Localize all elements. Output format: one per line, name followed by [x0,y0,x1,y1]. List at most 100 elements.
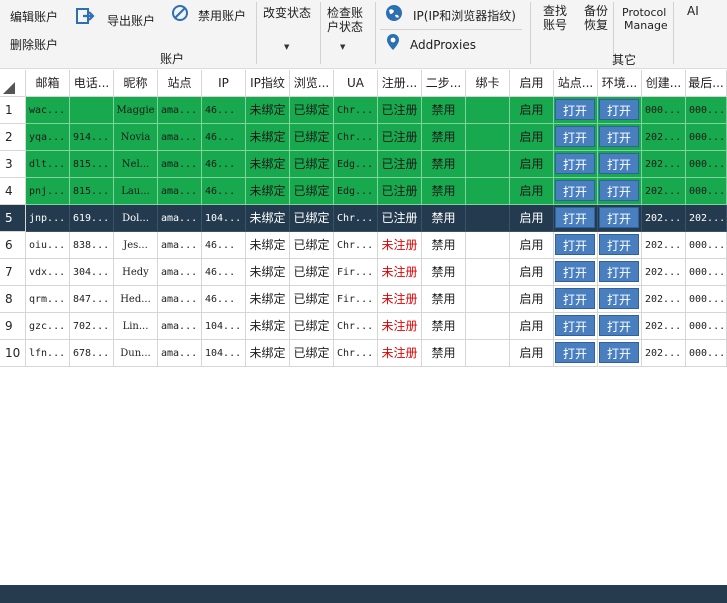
column-header[interactable]: UA [334,70,378,97]
enable-cell[interactable]: 启用 [510,205,554,232]
site-cell[interactable]: ama... [158,124,202,151]
registration-cell[interactable]: 已注册 [378,178,422,205]
open-site-button[interactable]: 打开 [555,126,595,147]
nickname-cell[interactable]: Lau... [114,178,158,205]
open-site-button[interactable]: 打开 [555,234,595,255]
column-header[interactable]: 创建... [642,70,686,97]
open-site-button[interactable]: 打开 [555,288,595,309]
registration-cell[interactable]: 未注册 [378,259,422,286]
open-env-button[interactable]: 打开 [599,288,639,309]
created-cell[interactable]: 202... [642,286,686,313]
table-row[interactable]: 6 oiu... 838... Jes... ama... 46... 未绑定 已绑定 Chr.… [0,232,727,259]
table-row[interactable]: 9 gzc... 702... Lin... ama... 104... 未绑定 已绑定 Chr… [0,313,727,340]
user-agent-cell[interactable]: Chr... [334,124,378,151]
edit-account-button[interactable]: 编辑账户 [10,8,58,25]
user-agent-cell[interactable]: Fir... [334,259,378,286]
site-cell[interactable]: ama... [158,178,202,205]
registration-cell[interactable]: 未注册 [378,286,422,313]
nickname-cell[interactable]: Jes... [114,232,158,259]
row-number[interactable]: 7 [0,259,26,286]
ip-fingerprint-cell[interactable]: 未绑定 [246,259,290,286]
bind-card-cell[interactable] [466,286,510,313]
phone-cell[interactable]: 619... [70,205,114,232]
open-site-button[interactable]: 打开 [555,342,595,363]
two-step-cell[interactable]: 禁用 [422,340,466,367]
user-agent-cell[interactable]: Edg... [334,151,378,178]
last-login-cell[interactable]: 000... [686,151,727,178]
bind-card-cell[interactable] [466,151,510,178]
ip-cell[interactable]: 46... [202,97,246,124]
enable-cell[interactable]: 启用 [510,97,554,124]
open-env-button[interactable]: 打开 [599,99,639,120]
last-login-cell[interactable]: 000... [686,232,727,259]
row-number[interactable]: 5 [0,205,26,232]
ip-fingerprint-cell[interactable]: 未绑定 [246,286,290,313]
open-env-button[interactable]: 打开 [599,207,639,228]
last-login-cell[interactable]: 000... [686,313,727,340]
row-number[interactable]: 9 [0,313,26,340]
bind-card-cell[interactable] [466,313,510,340]
last-login-cell[interactable]: 000... [686,97,727,124]
ip-cell[interactable]: 46... [202,259,246,286]
ip-fingerprint-cell[interactable]: 未绑定 [246,97,290,124]
email-cell[interactable]: dlt... [26,151,70,178]
last-login-cell[interactable]: 000... [686,178,727,205]
created-cell[interactable]: 202... [642,340,686,367]
email-cell[interactable]: jnp... [26,205,70,232]
column-header[interactable]: 站点... [554,70,598,97]
site-cell[interactable]: ama... [158,151,202,178]
browser-fingerprint-cell[interactable]: 已绑定 [290,259,334,286]
table-row[interactable]: 10 lfn... 678... Dun... ama... 104... 未绑定 已绑定 Ch… [0,340,727,367]
check-status-dropdown[interactable]: 检查账 户状态 ▼ [326,3,370,61]
registration-cell[interactable]: 未注册 [378,232,422,259]
two-step-cell[interactable]: 禁用 [422,259,466,286]
column-header[interactable]: 启用 [510,70,554,97]
table-row[interactable]: 3 dlt... 815... Nel... ama... 46... 未绑定 已绑定 Edg.… [0,151,727,178]
ip-fingerprint-cell[interactable]: 未绑定 [246,205,290,232]
change-status-dropdown[interactable]: 改变状态 ▼ [262,3,316,61]
ip-fingerprint-cell[interactable]: 未绑定 [246,151,290,178]
two-step-cell[interactable]: 禁用 [422,178,466,205]
two-step-cell[interactable]: 禁用 [422,151,466,178]
phone-cell[interactable]: 678... [70,340,114,367]
phone-cell[interactable]: 914... [70,124,114,151]
last-login-cell[interactable]: 000... [686,259,727,286]
table-row[interactable]: 2 yqa... 914... Novia ama... 46... 未绑定 已绑定 Chr..… [0,124,727,151]
column-header[interactable]: 最后... [686,70,727,97]
registration-cell[interactable]: 已注册 [378,151,422,178]
ip-cell[interactable]: 104... [202,205,246,232]
ip-cell[interactable]: 46... [202,286,246,313]
open-env-button[interactable]: 打开 [599,315,639,336]
row-number[interactable]: 10 [0,340,26,367]
table-row[interactable]: 7 vdx... 304... Hedy ama... 46... 未绑定 已绑定 Fir...… [0,259,727,286]
created-cell[interactable]: 202... [642,124,686,151]
created-cell[interactable]: 202... [642,313,686,340]
two-step-cell[interactable]: 禁用 [422,205,466,232]
row-number[interactable]: 1 [0,97,26,124]
table-row[interactable]: 5 jnp... 619... Dol... ama... 104... 未绑定 已绑定 Chr… [0,205,727,232]
email-cell[interactable]: yqa... [26,124,70,151]
site-cell[interactable]: ama... [158,232,202,259]
phone-cell[interactable]: 702... [70,313,114,340]
last-login-cell[interactable]: 000... [686,124,727,151]
row-number[interactable]: 2 [0,124,26,151]
nickname-cell[interactable]: Hedy [114,259,158,286]
column-header[interactable]: 浏览... [290,70,334,97]
bind-card-cell[interactable] [466,178,510,205]
phone-cell[interactable]: 815... [70,151,114,178]
browser-fingerprint-cell[interactable]: 已绑定 [290,340,334,367]
enable-cell[interactable]: 启用 [510,286,554,313]
bind-card-cell[interactable] [466,340,510,367]
ip-cell[interactable]: 46... [202,178,246,205]
two-step-cell[interactable]: 禁用 [422,97,466,124]
user-agent-cell[interactable]: Chr... [334,232,378,259]
column-header[interactable]: 站点 [158,70,202,97]
open-site-button[interactable]: 打开 [555,261,595,282]
two-step-cell[interactable]: 禁用 [422,232,466,259]
created-cell[interactable]: 202... [642,259,686,286]
enable-cell[interactable]: 启用 [510,313,554,340]
bind-card-cell[interactable] [466,205,510,232]
open-env-button[interactable]: 打开 [599,342,639,363]
site-cell[interactable]: ama... [158,259,202,286]
nickname-cell[interactable]: Lin... [114,313,158,340]
